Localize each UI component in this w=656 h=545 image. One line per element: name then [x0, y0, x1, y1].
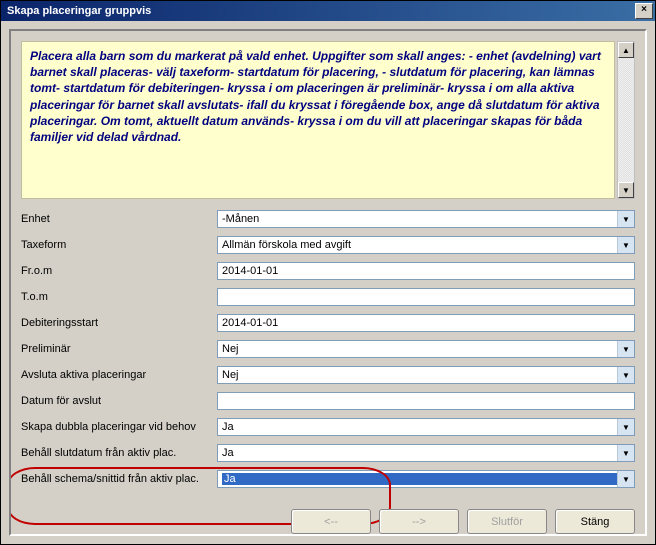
row-avsluta: Avsluta aktiva placeringar Nej ▼ — [21, 363, 635, 387]
client-area: Placera alla barn som du markerat på val… — [1, 21, 655, 544]
row-debstart: Debiteringsstart 2014-01-01 — [21, 311, 635, 335]
select-taxeform[interactable]: Allmän förskola med avgift ▼ — [217, 236, 635, 254]
next-button[interactable]: --> — [379, 509, 459, 534]
row-prelim: Preliminär Nej ▼ — [21, 337, 635, 361]
chevron-down-icon[interactable]: ▼ — [617, 237, 634, 253]
chevron-down-icon[interactable]: ▼ — [617, 341, 634, 357]
row-behallschema: Behåll schema/snittid från aktiv plac. J… — [21, 467, 635, 491]
chevron-down-icon[interactable]: ▼ — [617, 419, 634, 435]
label-enhet: Enhet — [21, 213, 217, 225]
back-button[interactable]: <-- — [291, 509, 371, 534]
row-datavslut: Datum för avslut — [21, 389, 635, 413]
label-datavslut: Datum för avslut — [21, 395, 217, 407]
chevron-down-icon[interactable]: ▼ — [617, 445, 634, 461]
select-avsluta[interactable]: Nej ▼ — [217, 366, 635, 384]
input-from[interactable]: 2014-01-01 — [217, 262, 635, 280]
input-tom[interactable] — [217, 288, 635, 306]
dialog-window: Skapa placeringar gruppvis × Placera all… — [0, 0, 656, 545]
label-prelim: Preliminär — [21, 343, 217, 355]
row-behallslut: Behåll slutdatum från aktiv plac. Ja ▼ — [21, 441, 635, 465]
row-enhet: Enhet -Månen ▼ — [21, 207, 635, 231]
row-dubbla: Skapa dubbla placeringar vid behov Ja ▼ — [21, 415, 635, 439]
label-behallschema: Behåll schema/snittid från aktiv plac. — [21, 473, 217, 485]
button-bar: <-- --> Slutför Stäng — [291, 509, 635, 534]
row-from: Fr.o.m 2014-01-01 — [21, 259, 635, 283]
label-taxeform: Taxeform — [21, 239, 217, 251]
close-icon[interactable]: × — [635, 3, 653, 19]
chevron-down-icon[interactable]: ▼ — [617, 471, 634, 487]
help-scrollbar[interactable]: ▲ ▼ — [617, 41, 635, 199]
chevron-down-icon[interactable]: ▼ — [617, 367, 634, 383]
select-behallslut[interactable]: Ja ▼ — [217, 444, 635, 462]
input-from-value: 2014-01-01 — [222, 265, 278, 277]
input-debstart-value: 2014-01-01 — [222, 317, 278, 329]
select-dubbla[interactable]: Ja ▼ — [217, 418, 635, 436]
select-avsluta-value: Nej — [222, 369, 617, 381]
scroll-up-icon[interactable]: ▲ — [618, 42, 634, 58]
select-enhet-value: -Månen — [222, 213, 617, 225]
chevron-down-icon[interactable]: ▼ — [617, 211, 634, 227]
content-frame: Placera alla barn som du markerat på val… — [9, 29, 647, 536]
finish-button[interactable]: Slutför — [467, 509, 547, 534]
label-from: Fr.o.m — [21, 265, 217, 277]
select-behallslut-value: Ja — [222, 447, 617, 459]
select-behallschema[interactable]: Ja ▼ — [217, 470, 635, 488]
window-title: Skapa placeringar gruppvis — [7, 5, 635, 17]
label-tom: T.o.m — [21, 291, 217, 303]
row-taxeform: Taxeform Allmän förskola med avgift ▼ — [21, 233, 635, 257]
select-enhet[interactable]: -Månen ▼ — [217, 210, 635, 228]
select-prelim[interactable]: Nej ▼ — [217, 340, 635, 358]
label-dubbla: Skapa dubbla placeringar vid behov — [21, 421, 217, 433]
input-debstart[interactable]: 2014-01-01 — [217, 314, 635, 332]
close-button[interactable]: Stäng — [555, 509, 635, 534]
input-datavslut[interactable] — [217, 392, 635, 410]
select-behallschema-value: Ja — [222, 473, 617, 485]
select-prelim-value: Nej — [222, 343, 617, 355]
scroll-down-icon[interactable]: ▼ — [618, 182, 634, 198]
help-text: Placera alla barn som du markerat på val… — [21, 41, 615, 199]
form-area: Enhet -Månen ▼ Taxeform Allmän förskola … — [21, 207, 635, 491]
label-behallslut: Behåll slutdatum från aktiv plac. — [21, 447, 217, 459]
select-dubbla-value: Ja — [222, 421, 617, 433]
label-avsluta: Avsluta aktiva placeringar — [21, 369, 217, 381]
help-area: Placera alla barn som du markerat på val… — [21, 41, 635, 199]
title-bar: Skapa placeringar gruppvis × — [1, 1, 655, 21]
scroll-track[interactable] — [618, 58, 634, 182]
label-debstart: Debiteringsstart — [21, 317, 217, 329]
select-taxeform-value: Allmän förskola med avgift — [222, 239, 617, 251]
row-tom: T.o.m — [21, 285, 635, 309]
